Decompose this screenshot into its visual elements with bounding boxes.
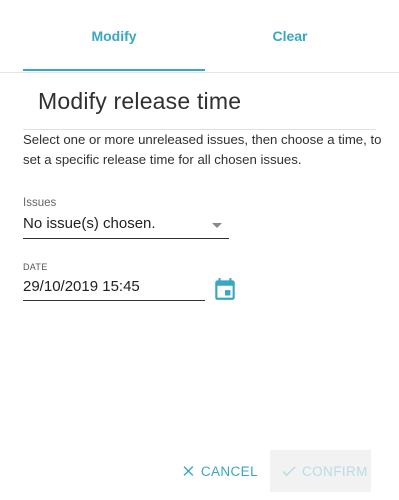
- confirm-button[interactable]: CONFIRM: [270, 450, 371, 492]
- active-tab-indicator: [23, 69, 205, 71]
- date-value: 29/10/2019 15:45: [23, 278, 140, 295]
- dropdown-arrow-icon: [212, 223, 222, 228]
- issues-label: Issues: [23, 197, 57, 209]
- calendar-icon[interactable]: [212, 276, 238, 302]
- date-field[interactable]: 29/10/2019 15:45: [23, 275, 205, 301]
- tab-modify[interactable]: Modify: [23, 0, 205, 72]
- tab-bar: Modify Clear: [0, 0, 399, 73]
- issues-selected-value: No issue(s) chosen.: [23, 215, 156, 232]
- check-icon: [282, 466, 296, 477]
- description-text: Select one or more unreleased issues, th…: [23, 132, 382, 167]
- issues-select[interactable]: No issue(s) chosen.: [23, 213, 229, 239]
- date-label: DATE: [23, 262, 48, 272]
- tab-clear[interactable]: Clear: [200, 0, 380, 72]
- cancel-label: CANCEL: [200, 463, 258, 479]
- cancel-button[interactable]: CANCEL: [180, 450, 258, 492]
- confirm-label: CONFIRM: [302, 463, 368, 479]
- page-title: Modify release time: [38, 88, 242, 114]
- close-icon: [183, 466, 194, 476]
